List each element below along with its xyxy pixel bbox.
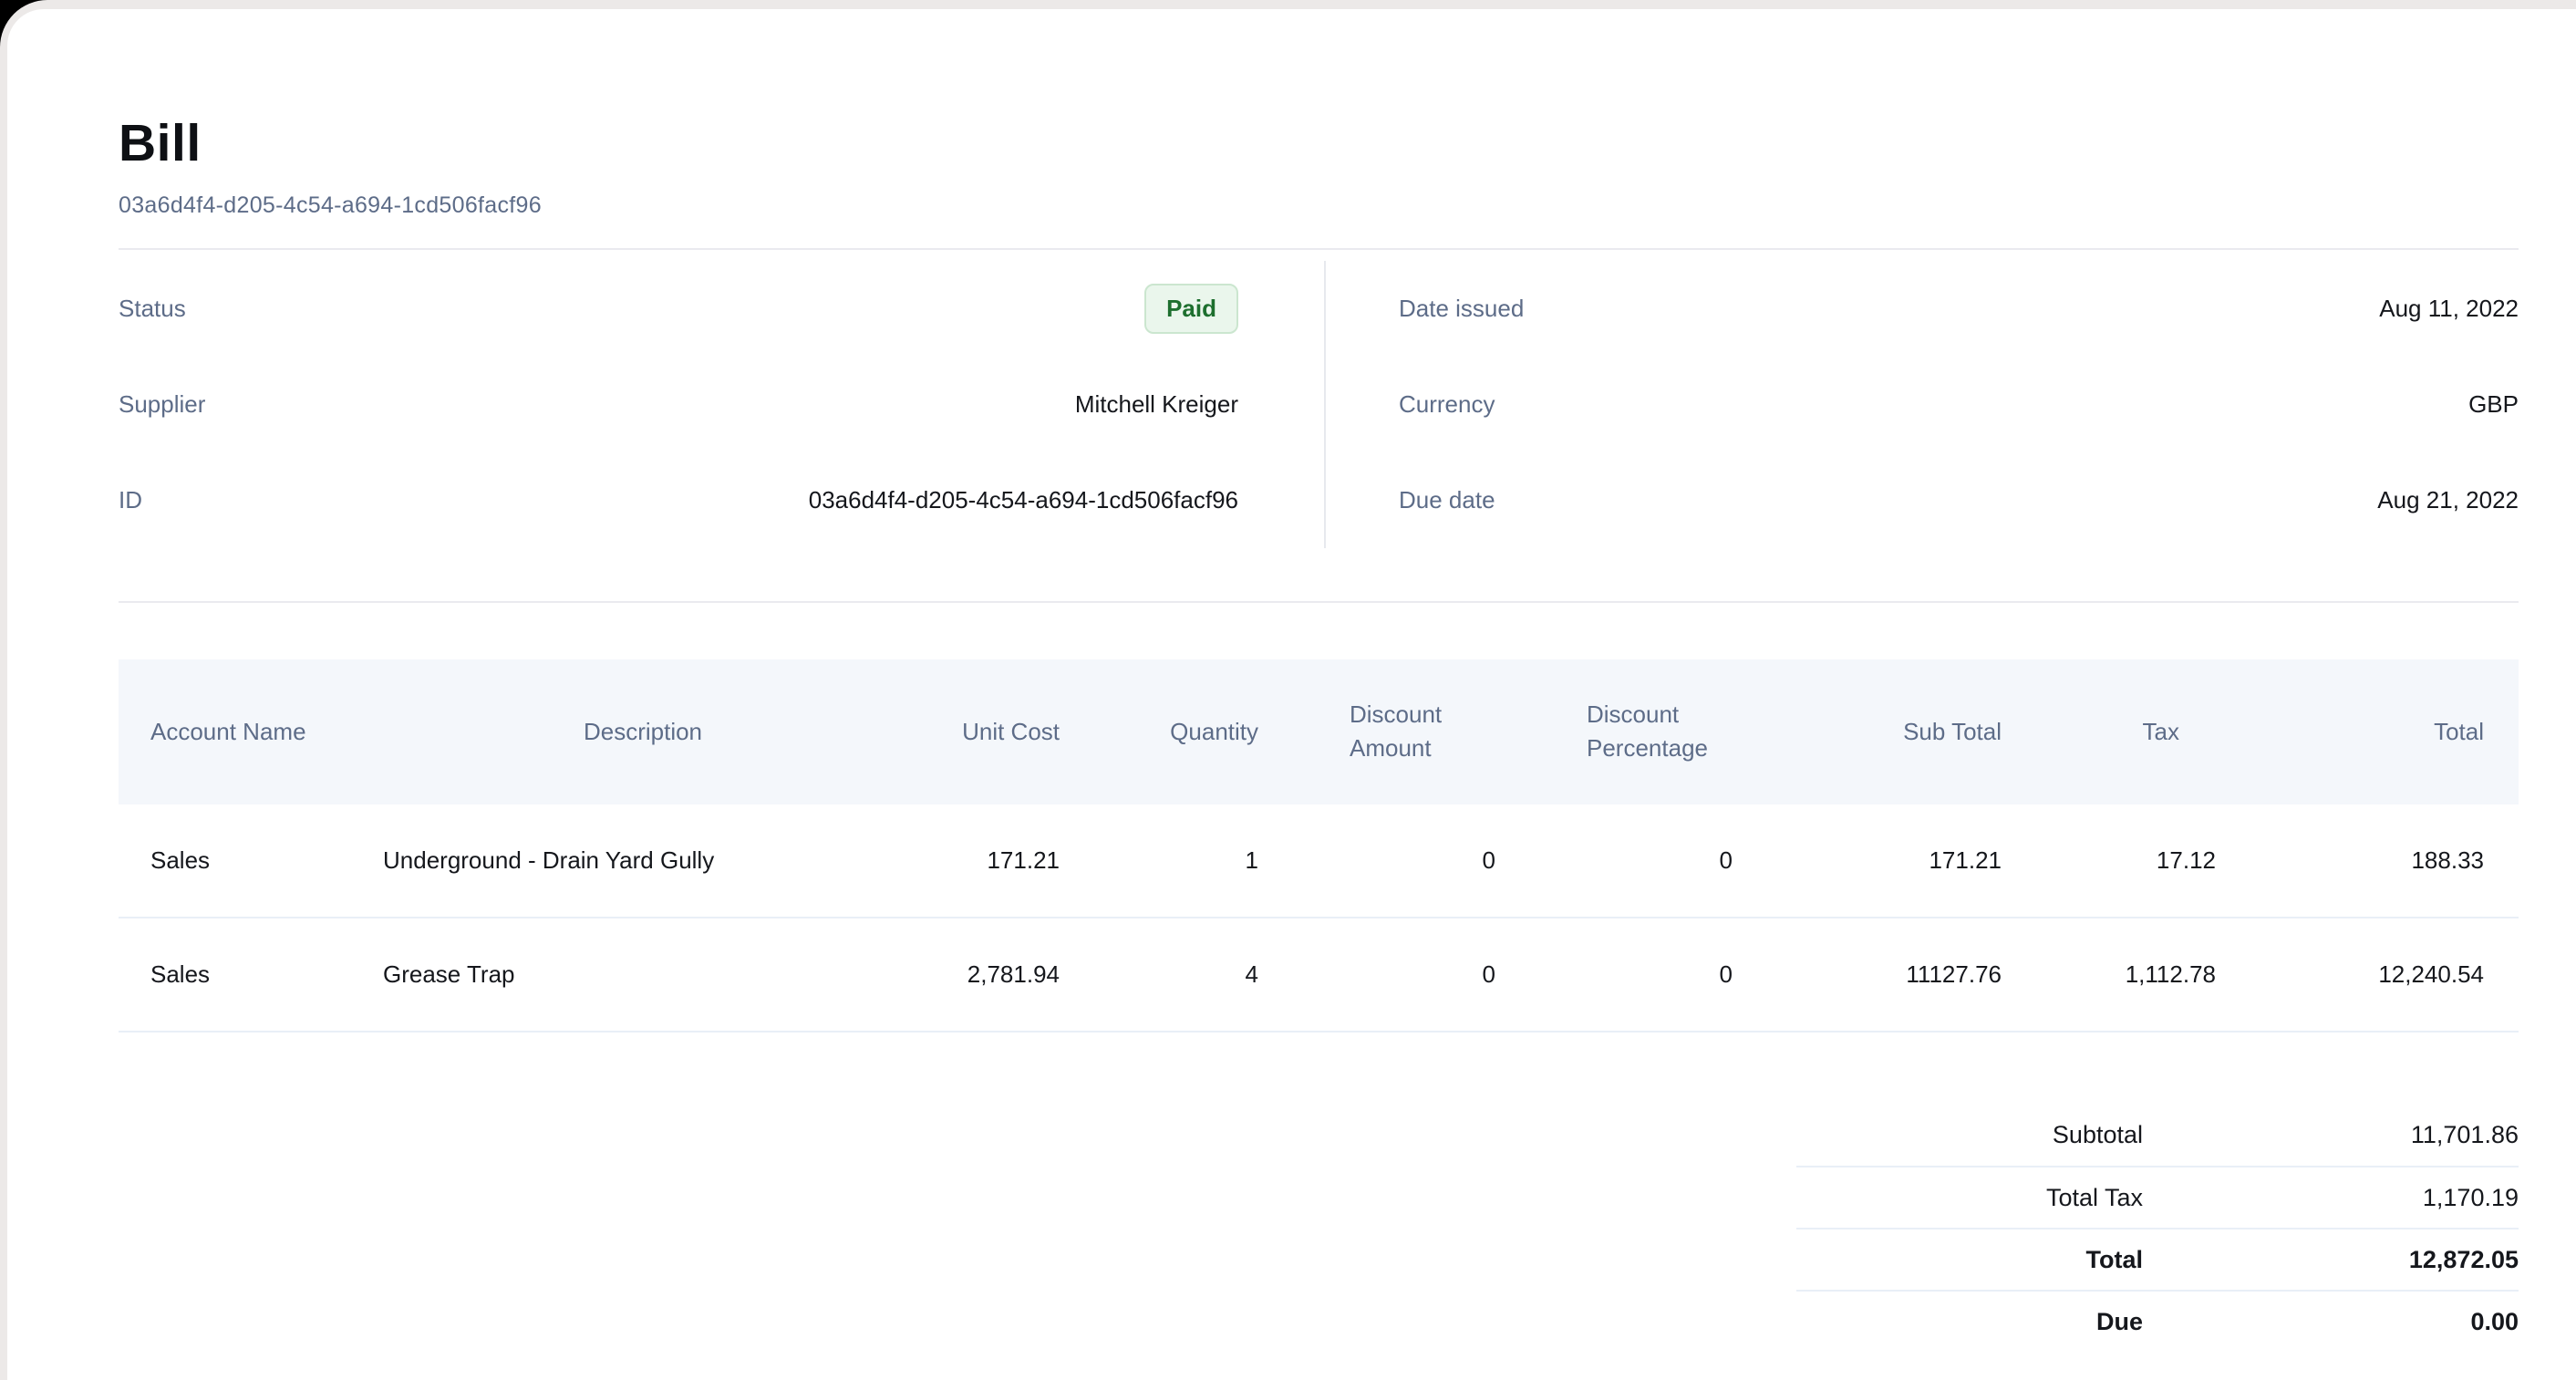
column-header-description: Description (383, 659, 921, 804)
due-date-label: Due date (1399, 486, 1495, 514)
page-title: Bill (119, 115, 2519, 172)
details-right-column: Date issued Aug 11, 2022 Currency GBP Du… (1399, 261, 2519, 548)
total-tax-label: Total Tax (1796, 1184, 2143, 1212)
status-label: Status (119, 295, 186, 323)
cell-tax: 1,112.78 (2020, 918, 2234, 1032)
subtotal-value: 11,701.86 (2143, 1121, 2519, 1149)
column-header-sub-total: Sub Total (1751, 659, 2020, 804)
column-header-total: Total (2234, 659, 2519, 804)
cell-description: Underground - Drain Yard Gully (383, 804, 921, 918)
subtotal-label: Subtotal (1796, 1121, 2143, 1149)
currency-value: GBP (2468, 390, 2519, 419)
cell-unit-cost: 2,781.94 (921, 918, 1078, 1032)
column-header-discount-percentage: Discount Percentage (1514, 659, 1751, 804)
due-value: 0.00 (2143, 1308, 2519, 1336)
cell-sub-total: 171.21 (1751, 804, 2020, 918)
details-left-column: Status Paid Supplier Mitchell Kreiger ID… (119, 261, 1238, 548)
table-row: Sales Underground - Drain Yard Gully 171… (119, 804, 2519, 918)
cell-quantity: 1 (1078, 804, 1277, 918)
column-header-account-name: Account Name (119, 659, 383, 804)
status-badge: Paid (1144, 284, 1238, 334)
detail-row-id: ID 03a6d4f4-d205-4c54-a694-1cd506facf96 (119, 452, 1238, 548)
cell-discount-amount: 0 (1277, 918, 1514, 1032)
cell-total: 188.33 (2234, 804, 2519, 918)
summary-row-due: Due 0.00 (1796, 1290, 2519, 1352)
cell-account-name: Sales (119, 804, 383, 918)
supplier-label: Supplier (119, 390, 205, 419)
cell-tax: 17.12 (2020, 804, 2234, 918)
currency-label: Currency (1399, 390, 1495, 419)
totals-summary: Subtotal 11,701.86 Total Tax 1,170.19 To… (1796, 1104, 2519, 1352)
total-tax-value: 1,170.19 (2143, 1184, 2519, 1212)
detail-row-status: Status Paid (119, 261, 1238, 357)
detail-row-supplier: Supplier Mitchell Kreiger (119, 357, 1238, 452)
cell-sub-total: 11127.76 (1751, 918, 2020, 1032)
cell-account-name: Sales (119, 918, 383, 1032)
cell-total: 12,240.54 (2234, 918, 2519, 1032)
summary-row-subtotal: Subtotal 11,701.86 (1796, 1104, 2519, 1166)
due-label: Due (1796, 1308, 2143, 1336)
section-divider (119, 601, 2519, 603)
date-issued-value: Aug 11, 2022 (2379, 295, 2519, 323)
column-header-unit-cost: Unit Cost (921, 659, 1078, 804)
detail-row-currency: Currency GBP (1399, 357, 2519, 452)
details-vertical-divider (1324, 261, 1326, 548)
id-value: 03a6d4f4-d205-4c54-a694-1cd506facf96 (809, 486, 1238, 514)
date-issued-label: Date issued (1399, 295, 1524, 323)
total-label: Total (1796, 1246, 2143, 1274)
summary-row-total-tax: Total Tax 1,170.19 (1796, 1166, 2519, 1228)
due-date-value: Aug 21, 2022 (2377, 486, 2519, 514)
summary-row-total: Total 12,872.05 (1796, 1228, 2519, 1290)
supplier-value: Mitchell Kreiger (1075, 390, 1238, 419)
column-header-quantity: Quantity (1078, 659, 1277, 804)
column-header-tax: Tax (2020, 659, 2234, 804)
line-items-table: Account Name Description Unit Cost Quant… (119, 659, 2519, 1032)
cell-unit-cost: 171.21 (921, 804, 1078, 918)
table-header-row: Account Name Description Unit Cost Quant… (119, 659, 2519, 804)
bill-id-subtitle: 03a6d4f4-d205-4c54-a694-1cd506facf96 (119, 192, 2519, 219)
total-value: 12,872.05 (2143, 1246, 2519, 1274)
cell-quantity: 4 (1078, 918, 1277, 1032)
bill-card: Bill 03a6d4f4-d205-4c54-a694-1cd506facf9… (7, 9, 2576, 1380)
bill-content: Bill 03a6d4f4-d205-4c54-a694-1cd506facf9… (7, 9, 2576, 1352)
id-label: ID (119, 486, 142, 514)
cell-discount-percentage: 0 (1514, 918, 1751, 1032)
table-row: Sales Grease Trap 2,781.94 4 0 0 11127.7… (119, 918, 2519, 1032)
cell-discount-amount: 0 (1277, 804, 1514, 918)
column-header-discount-amount: Discount Amount (1277, 659, 1514, 804)
cell-description: Grease Trap (383, 918, 921, 1032)
cell-discount-percentage: 0 (1514, 804, 1751, 918)
bill-details-section: Status Paid Supplier Mitchell Kreiger ID… (119, 250, 2519, 572)
detail-row-date-issued: Date issued Aug 11, 2022 (1399, 261, 2519, 357)
detail-row-due-date: Due date Aug 21, 2022 (1399, 452, 2519, 548)
